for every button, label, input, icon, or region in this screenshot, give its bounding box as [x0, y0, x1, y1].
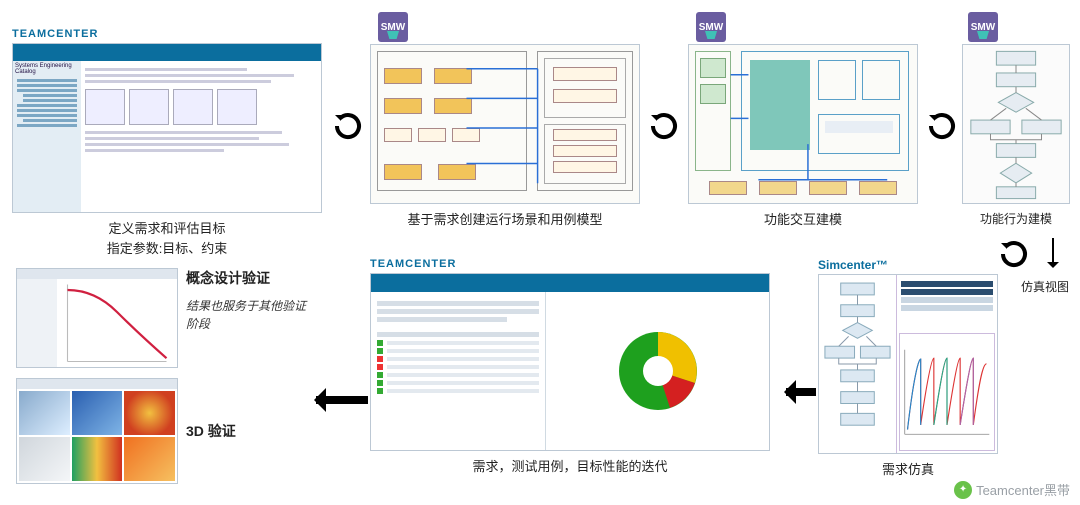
caption-concept-verif: 概念设计验证 [186, 268, 316, 289]
thumb-smw-usecases [370, 44, 640, 204]
thumb-3d-verif [16, 378, 178, 484]
arrow-down-simview [1052, 238, 1054, 266]
smw-badge-2: SMW [696, 12, 726, 42]
thumb-simcenter [818, 274, 998, 454]
caption-stage5: 需求仿真 [818, 460, 998, 480]
watermark: ✦ Teamcenter黑带 [954, 480, 1070, 499]
cycle-icon-1 [332, 110, 364, 142]
cycle-icon-4 [998, 238, 1030, 270]
caption-stage3: 功能交互建模 [688, 210, 918, 230]
caption-stage2: 基于需求创建运行场景和用例模型 [370, 210, 640, 230]
watermark-text: Teamcenter黑带 [976, 480, 1070, 499]
thumb-smw-interaction [688, 44, 918, 204]
thumb-teamcenter-requirements: Systems Engineering Catalog [12, 43, 322, 213]
smw-badge-1: SMW [378, 12, 408, 42]
caption-simview: 仿真视图 [1016, 278, 1074, 296]
thumb-concept-verif [16, 268, 178, 368]
smw-badge-3: SMW [968, 12, 998, 42]
cycle-icon-3 [926, 110, 958, 142]
pie-chart-icon [610, 323, 706, 419]
caption-concept-note: 结果也服务于其他验证阶段 [186, 297, 316, 333]
cycle-icon-2 [648, 110, 680, 142]
caption-stage1-line1: 定义需求和评估目标 [12, 219, 322, 239]
caption-stage4: 功能行为建模 [962, 210, 1070, 228]
thumb-teamcenter-iterate [370, 273, 770, 451]
simcenter-label: Simcenter™ [818, 258, 998, 272]
caption-3d-verif: 3D 验证 [186, 421, 236, 442]
wechat-icon: ✦ [954, 481, 972, 499]
caption-stage6: 需求，测试用例，目标性能的迭代 [370, 457, 770, 477]
caption-stage1-line2: 指定参数:目标、约束 [12, 239, 322, 259]
teamcenter-label-1: TEAMCENTER [12, 28, 322, 40]
thumb-smw-behavior [962, 44, 1070, 204]
teamcenter-label-2: TEAMCENTER [370, 258, 770, 270]
arrow-sim-to-iterate [786, 388, 816, 396]
arrow-iterate-to-verify [316, 396, 368, 404]
catalog-title: Systems Engineering Catalog [13, 61, 81, 77]
